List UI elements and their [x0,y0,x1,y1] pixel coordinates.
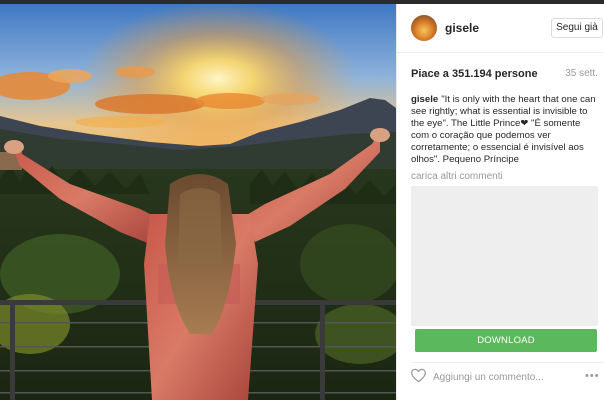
download-button[interactable]: DOWNLOAD [415,329,597,352]
caption-username[interactable]: gisele [411,94,438,105]
post-header: gisele Segui già [397,4,604,53]
ellipsis-icon[interactable]: ••• [585,370,601,382]
divider [411,362,604,363]
load-more-comments-link[interactable]: carica altri commenti [411,171,503,182]
post-side-panel: gisele Segui già Piace a 351.194 persone… [397,4,604,400]
following-button[interactable]: Segui già [551,18,603,38]
post-photo[interactable] [0,4,396,400]
post-timestamp[interactable]: 35 sett. [565,68,598,79]
post-modal: gisele Segui già Piace a 351.194 persone… [0,0,604,400]
post-caption: gisele "It is only with the heart that on… [411,94,601,167]
comment-input[interactable] [433,369,573,385]
caption-text: "It is only with the heart that one can … [411,94,596,166]
likes-count[interactable]: Piace a 351.194 persone [411,68,538,80]
ad-placeholder [411,186,598,326]
photo-artwork [0,4,396,400]
avatar[interactable] [411,15,437,41]
heart-icon[interactable] [410,368,427,383]
username[interactable]: gisele [445,21,479,35]
